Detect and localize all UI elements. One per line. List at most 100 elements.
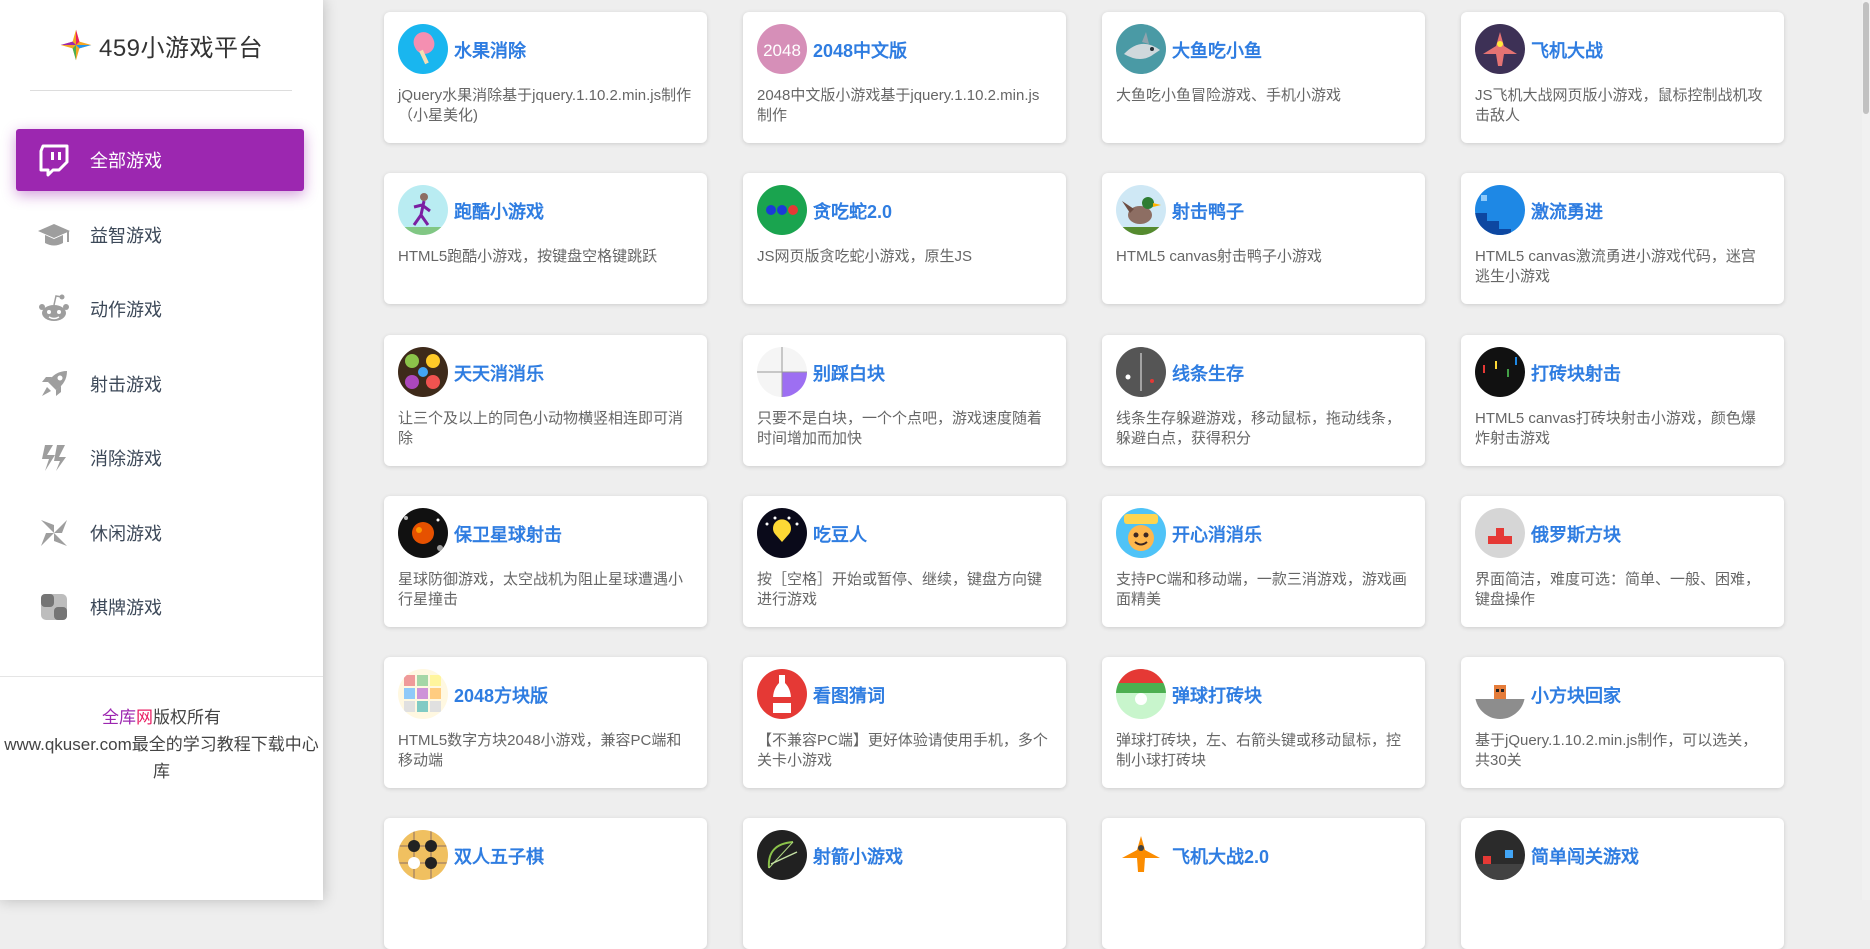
scrollbar[interactable] xyxy=(1862,0,1870,900)
game-title: 线条生存 xyxy=(1172,364,1244,384)
game-card[interactable]: 水果消除 jQuery水果消除基于jquery.1.10.2.min.js制作（… xyxy=(384,12,707,143)
game-card[interactable]: 天天消消乐 让三个及以上的同色小动物横竖相连即可消除 xyxy=(384,335,707,466)
snake-icon xyxy=(757,185,807,235)
hashnode-icon xyxy=(34,438,74,478)
game-card[interactable]: 射箭小游戏 xyxy=(743,818,1066,949)
footer-brand-link-2[interactable]: 网 xyxy=(136,708,153,727)
brand-title: 459小游戏平台 xyxy=(98,34,264,62)
level-icon xyxy=(1475,830,1525,880)
game-title: 2048方块版 xyxy=(454,686,549,706)
game-desc: 大鱼吃小鱼冒险游戏、手机小游戏 xyxy=(1116,87,1342,104)
game-card[interactable]: 俄罗斯方块 界面简洁，难度可选：简单、一般、困难，键盘操作 xyxy=(1461,496,1784,627)
twitch-icon xyxy=(34,140,74,180)
game-card[interactable]: 打砖块射击 HTML5 canvas打砖块射击小游戏，颜色爆炸射击游戏 xyxy=(1461,335,1784,466)
game-title: 保卫星球射击 xyxy=(454,525,562,545)
game-card[interactable]: 线条生存 线条生存躲避游戏，移动鼠标，拖动线条，躲避白点，获得积分 xyxy=(1102,335,1425,466)
duck-icon xyxy=(1116,185,1166,235)
game-title: 水果消除 xyxy=(454,41,526,61)
game-desc: 支持PC端和移动端，一款三消游戏，游戏画面精美 xyxy=(1116,571,1407,608)
game-card[interactable]: 激流勇进 HTML5 canvas激流勇进小游戏代码，迷宫逃生小游戏 xyxy=(1461,173,1784,304)
brand[interactable]: 459小游戏平台 xyxy=(30,0,292,91)
nav-item-shooting-games[interactable]: 射击游戏 xyxy=(16,353,304,415)
game-desc: HTML5 canvas射击鸭子小游戏 xyxy=(1116,248,1322,265)
game-title: 看图猜词 xyxy=(813,686,885,706)
graduation-cap-icon xyxy=(34,215,74,255)
nav-item-casual-games[interactable]: 休闲游戏 xyxy=(16,502,304,564)
category-nav: 全部游戏 益智游戏 动作游戏 射击游戏 消除游戏 休闲游戏 棋牌游戏 xyxy=(16,129,304,651)
game-card[interactable]: 双人五子棋 xyxy=(384,818,707,949)
game-title: 2048中文版 xyxy=(813,41,908,61)
stairs-icon xyxy=(1475,185,1525,235)
game-card[interactable]: 2048 2048中文版 2048中文版小游戏基于jquery.1.10.2.m… xyxy=(743,12,1066,143)
game-title: 射击鸭子 xyxy=(1172,202,1244,222)
bottle-icon xyxy=(757,669,807,719)
game-card[interactable]: 飞机大战 JS飞机大战网页版小游戏，鼠标控制战机攻击敌人 xyxy=(1461,12,1784,143)
scrollbar-thumb[interactable] xyxy=(1863,2,1869,114)
game-card[interactable]: 跑酷小游戏 HTML5跑酷小游戏，按键盘空格键跳跃 xyxy=(384,173,707,304)
game-desc: HTML5 canvas激流勇进小游戏代码，迷宫逃生小游戏 xyxy=(1475,248,1756,285)
game-card[interactable]: 2048方块版 HTML5数字方块2048小游戏，兼容PC端和移动端 xyxy=(384,657,707,788)
game-card[interactable]: 别踩白块 只要不是白块，一个个点吧，游戏速度随着时间增加而加快 xyxy=(743,335,1066,466)
happy-match-icon xyxy=(1116,508,1166,558)
game-card[interactable]: 简单闯关游戏 xyxy=(1461,818,1784,949)
game-desc: 弹球打砖块，左、右箭头键或移动鼠标，控制小球打砖块 xyxy=(1116,732,1402,769)
tiles-icon xyxy=(757,347,807,397)
footer-brand-link[interactable]: 全库 xyxy=(102,708,136,727)
nav-label: 益智游戏 xyxy=(90,225,162,246)
game-desc: 【不兼容PC端】更好体验请使用手机，多个关卡小游戏 xyxy=(757,732,1048,769)
nav-label: 休闲游戏 xyxy=(90,523,162,544)
nav-item-puzzle-games[interactable]: 益智游戏 xyxy=(16,204,304,266)
game-title: 简单闯关游戏 xyxy=(1531,847,1639,867)
game-card[interactable]: 大鱼吃小鱼 大鱼吃小鱼冒险游戏、手机小游戏 xyxy=(1102,12,1425,143)
grid-icon xyxy=(398,669,448,719)
footer-line-1: 全库网版权所有 xyxy=(0,704,323,731)
2048-icon: 2048 xyxy=(757,24,807,74)
ball-icon xyxy=(1116,669,1166,719)
game-title: 跑酷小游戏 xyxy=(454,202,544,222)
game-title: 大鱼吃小鱼 xyxy=(1172,41,1262,61)
game-card[interactable]: 弹球打砖块 弹球打砖块，左、右箭头键或移动鼠标，控制小球打砖块 xyxy=(1102,657,1425,788)
game-title: 激流勇进 xyxy=(1531,202,1603,222)
animals-icon xyxy=(398,347,448,397)
brick-shooter-icon xyxy=(1475,347,1525,397)
game-desc: 只要不是白块，一个个点吧，游戏速度随着时间增加而加快 xyxy=(757,410,1043,447)
game-card[interactable]: 飞机大战2.0 xyxy=(1102,818,1425,949)
box-home-icon xyxy=(1475,669,1525,719)
game-card[interactable]: 小方块回家 基于jQuery.1.10.2.min.js制作，可以选关，共30关 xyxy=(1461,657,1784,788)
game-card[interactable]: 吃豆人 按［空格］开始或暂停、继续，键盘方向键进行游戏 xyxy=(743,496,1066,627)
game-card[interactable]: 看图猜词 【不兼容PC端】更好体验请使用手机，多个关卡小游戏 xyxy=(743,657,1066,788)
game-desc: 星球防御游戏，太空战机为阻止星球遭遇小行星撞击 xyxy=(398,571,684,608)
shark-icon xyxy=(1116,24,1166,74)
game-desc: HTML5 canvas打砖块射击小游戏，颜色爆炸射击游戏 xyxy=(1475,410,1756,447)
nav-item-elimination-games[interactable]: 消除游戏 xyxy=(16,427,304,489)
sidebar: 459小游戏平台 全部游戏 益智游戏 动作游戏 射击游戏 消除游戏 休闲游戏 棋… xyxy=(0,0,323,900)
game-card[interactable]: 贪吃蛇2.0 JS网页版贪吃蛇小游戏，原生JS xyxy=(743,173,1066,304)
svg-text:2048: 2048 xyxy=(763,41,801,60)
planet-icon xyxy=(398,508,448,558)
game-card[interactable]: 开心消消乐 支持PC端和移动端，一款三消游戏，游戏画面精美 xyxy=(1102,496,1425,627)
nav-item-action-games[interactable]: 动作游戏 xyxy=(16,278,304,340)
pinwheel-icon xyxy=(34,513,74,553)
bow-icon xyxy=(757,830,807,880)
game-title: 双人五子棋 xyxy=(454,847,544,867)
footer-line-2: www.qkuser.com最全的学习教程下载中心库 xyxy=(4,735,319,781)
nav-label: 棋牌游戏 xyxy=(90,598,162,618)
tetris-icon xyxy=(1475,508,1525,558)
nav-item-board-games[interactable]: 棋牌游戏 xyxy=(16,576,304,638)
runner-icon xyxy=(398,185,448,235)
game-card[interactable]: 保卫星球射击 星球防御游戏，太空战机为阻止星球遭遇小行星撞击 xyxy=(384,496,707,627)
game-card[interactable]: 射击鸭子 HTML5 canvas射击鸭子小游戏 xyxy=(1102,173,1425,304)
game-title: 射箭小游戏 xyxy=(813,847,903,867)
game-desc: HTML5跑酷小游戏，按键盘空格键跳跃 xyxy=(398,248,658,265)
plane2-icon xyxy=(1116,830,1166,880)
footer-rights: 版权所有 xyxy=(153,708,221,727)
game-title: 吃豆人 xyxy=(813,525,867,545)
game-title: 贪吃蛇2.0 xyxy=(813,202,893,222)
rocket-icon xyxy=(34,364,74,404)
nav-label: 消除游戏 xyxy=(90,449,162,469)
game-title: 俄罗斯方块 xyxy=(1531,525,1621,545)
popsicle-icon xyxy=(398,24,448,74)
nav-label: 全部游戏 xyxy=(90,151,162,171)
game-desc: JS网页版贪吃蛇小游戏，原生JS xyxy=(757,248,973,265)
nav-item-all-games[interactable]: 全部游戏 xyxy=(16,129,304,191)
